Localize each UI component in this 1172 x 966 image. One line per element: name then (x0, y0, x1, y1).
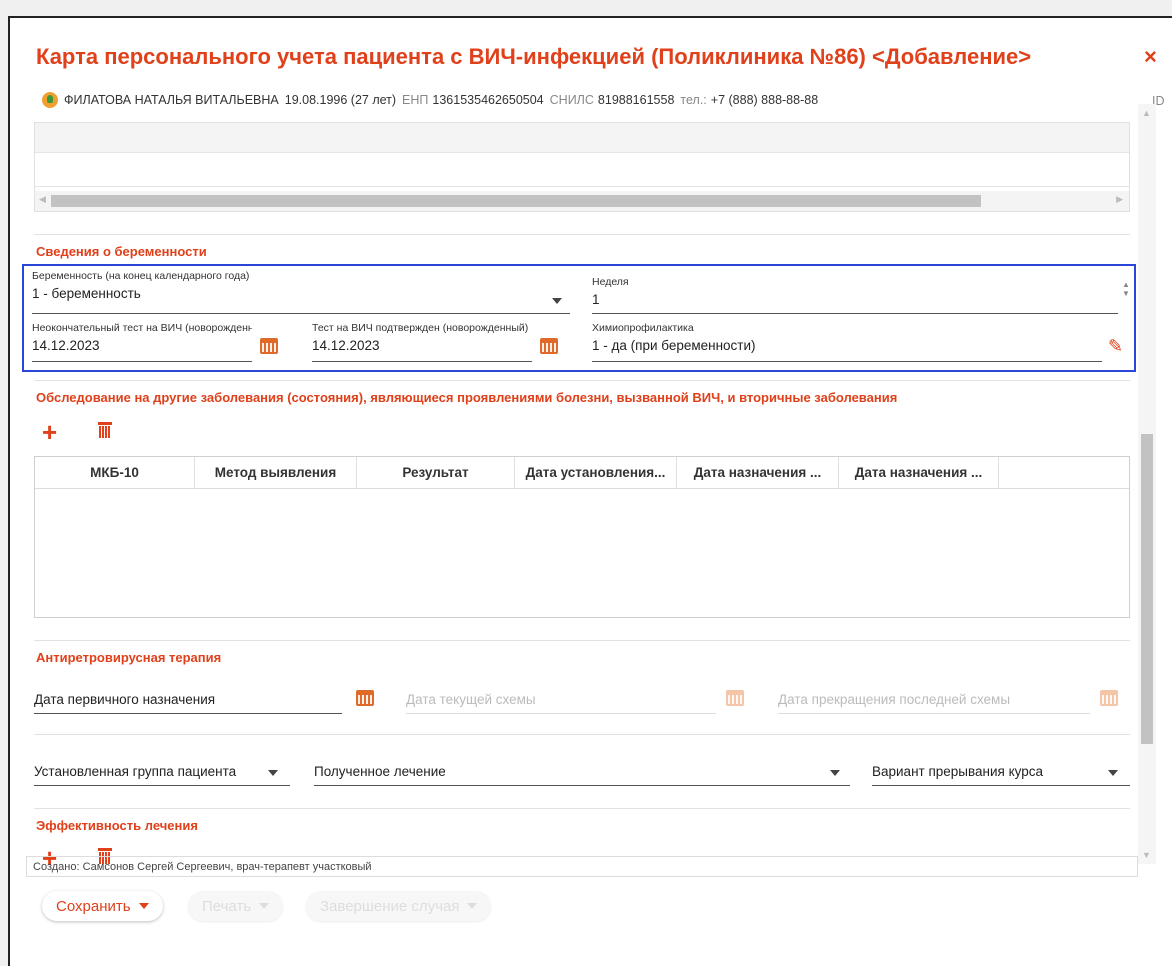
chevron-down-icon[interactable] (552, 298, 562, 304)
current-scheme-date-field: Дата текущей схемы (406, 692, 716, 714)
add-icon[interactable]: + (42, 419, 57, 445)
horizontal-scrollbar[interactable]: ◀ ▶ (35, 191, 1129, 211)
chevron-down-icon[interactable] (268, 770, 278, 776)
pregnancy-label: Беременность (на конец календарного года… (32, 270, 250, 282)
save-button[interactable]: Сохранить (42, 891, 163, 921)
pregnancy-section-title: Сведения о беременности (36, 244, 207, 259)
divider (34, 380, 1130, 381)
chevron-down-icon (138, 903, 149, 909)
divider (34, 808, 1130, 809)
divider (34, 640, 1130, 641)
confirmed-test-date-field[interactable]: Тест на ВИЧ подтвержден (новорожденный) … (312, 322, 532, 362)
prelim-test-label: Неокончательный тест на ВИЧ (новорожденн… (32, 322, 252, 334)
divider (34, 234, 1130, 235)
chemoprophylaxis-label: Химиопрофилактика (592, 322, 694, 334)
calendar-icon (1100, 690, 1118, 706)
chevron-down-icon (467, 903, 478, 909)
exam-table: МКБ-10 Метод выявления Результат Дата ус… (34, 456, 1130, 618)
interruption-variant-select[interactable]: Вариант прерывания курса (872, 764, 1130, 786)
print-button-label: Печать (202, 897, 252, 915)
chevron-down-icon (259, 903, 270, 909)
close-icon[interactable]: × (1144, 44, 1157, 70)
calendar-icon[interactable] (540, 338, 558, 354)
divider (34, 734, 1130, 735)
received-treatment-select[interactable]: Полученное лечение (314, 764, 850, 786)
vertical-scroll-thumb[interactable] (1141, 434, 1153, 744)
exam-section-title: Обследование на другие заболевания (сост… (36, 390, 898, 405)
week-stepper[interactable]: ▲ ▼ (1122, 280, 1130, 298)
scroll-right-icon[interactable]: ▶ (1116, 194, 1123, 205)
created-by-info: Создано: Самсонов Сергей Сергеевич, врач… (26, 856, 1138, 877)
column-header[interactable]: Дата установления... (515, 457, 677, 488)
calendar-icon[interactable] (260, 338, 278, 354)
week-input[interactable]: Неделя 1 (592, 276, 1118, 314)
patient-group-select[interactable]: Установленная группа пациента (34, 764, 290, 786)
stop-scheme-date-field: Дата прекращения последней схемы (778, 692, 1090, 714)
form-scroll-area: ◀ ▶ Сведения о беременности Беременность… (22, 104, 1138, 871)
exam-table-header: МКБ-10 Метод выявления Результат Дата ус… (35, 457, 1129, 489)
prelim-test-date-field[interactable]: Неокончательный тест на ВИЧ (новорожденн… (32, 322, 252, 362)
pregnancy-value: 1 - беременность (32, 286, 141, 301)
confirmed-test-value: 14.12.2023 (312, 338, 380, 353)
scroll-left-icon[interactable]: ◀ (39, 194, 46, 205)
finish-case-button: Завершение случая (306, 891, 492, 921)
pregnancy-select[interactable]: Беременность (на конец календарного года… (32, 270, 570, 314)
print-button: Печать (188, 891, 284, 921)
chevron-down-icon[interactable] (830, 770, 840, 776)
save-button-label: Сохранить (56, 897, 131, 915)
vertical-scrollbar[interactable]: ▲ ▼ (1138, 104, 1156, 864)
efficacy-section-title: Эффективность лечения (36, 818, 198, 833)
column-header[interactable]: Дата назначения ... (677, 457, 839, 488)
chemoprophylaxis-field[interactable]: Химиопрофилактика 1 - да (при беременнос… (592, 322, 1102, 362)
first-prescription-date-field[interactable]: Дата первичного назначения (34, 692, 342, 714)
scroll-up-icon[interactable]: ▲ (1142, 108, 1151, 118)
scroll-down-icon[interactable]: ▼ (1142, 850, 1151, 860)
column-header[interactable]: Результат (357, 457, 515, 488)
prelim-test-value: 14.12.2023 (32, 338, 100, 353)
column-header[interactable]: МКБ-10 (35, 457, 195, 488)
table-row (35, 123, 1129, 153)
calendar-icon[interactable] (356, 690, 374, 706)
confirmed-test-label: Тест на ВИЧ подтвержден (новорожденный) (312, 322, 529, 334)
week-label: Неделя (592, 276, 629, 288)
column-header[interactable]: Дата назначения ... (839, 457, 999, 488)
chevron-down-icon[interactable] (1108, 770, 1118, 776)
week-value: 1 (592, 292, 600, 307)
chemoprophylaxis-value: 1 - да (при беременности) (592, 338, 756, 353)
pencil-icon[interactable]: ✎ (1108, 336, 1123, 357)
art-section-title: Антиретровирусная терапия (36, 650, 222, 665)
horizontal-scroll-thumb[interactable] (51, 195, 981, 207)
trash-icon[interactable] (98, 422, 112, 438)
table-row (35, 153, 1129, 187)
upper-table: ◀ ▶ (34, 122, 1130, 212)
column-header[interactable]: Метод выявления (195, 457, 357, 488)
calendar-icon (726, 690, 744, 706)
dialog-title: Карта персонального учета пациента с ВИЧ… (36, 44, 1032, 69)
pregnancy-fields-highlight: Беременность (на конец календарного года… (22, 264, 1136, 372)
finish-case-button-label: Завершение случая (320, 897, 460, 915)
